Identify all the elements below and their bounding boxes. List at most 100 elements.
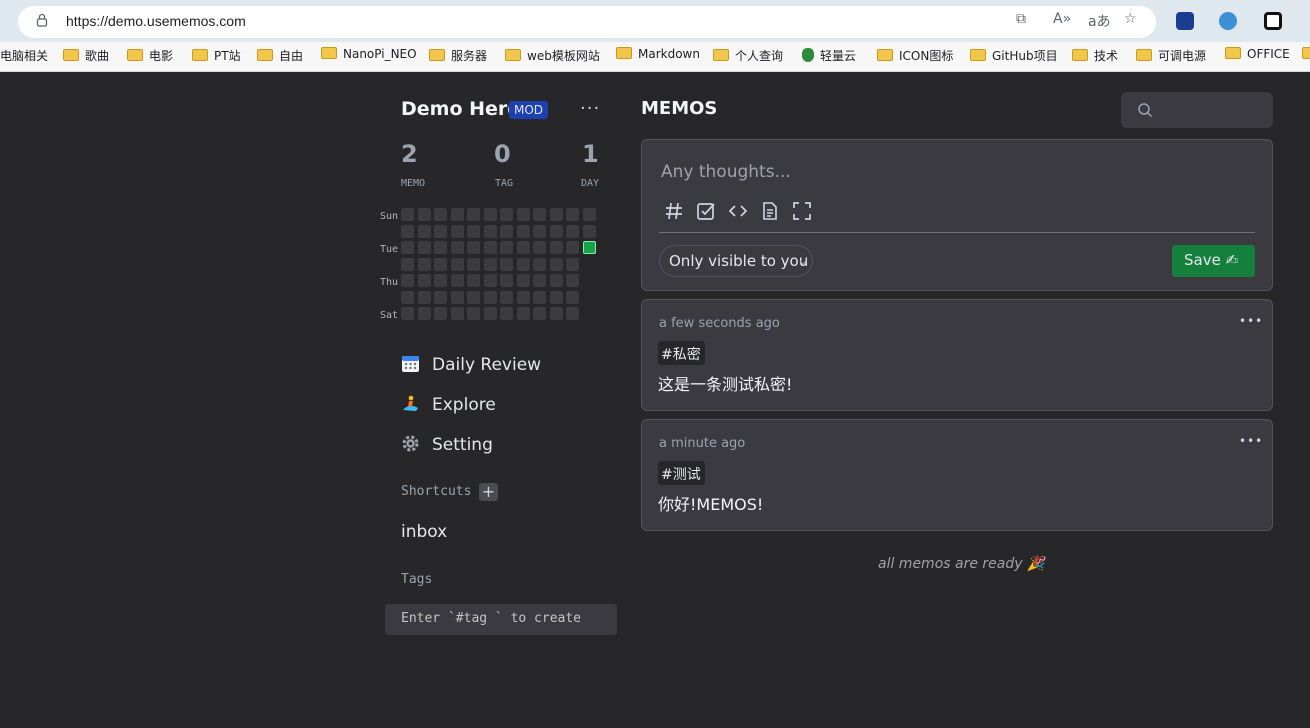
extension-square-icon[interactable] xyxy=(1264,12,1282,30)
heatmap-cell xyxy=(434,241,447,254)
bookmark[interactable]: 轻量云 xyxy=(802,47,856,67)
folder-icon xyxy=(257,49,273,61)
bookmark-folder[interactable]: 服务器 xyxy=(429,47,487,67)
role-badge: MOD xyxy=(509,101,548,119)
heatmap-cell xyxy=(549,307,563,320)
memo-card: a minute ago ••• #测试 你好!MEMOS! xyxy=(641,419,1273,531)
bookmark-folder[interactable]: PT站 xyxy=(192,47,241,67)
search-input[interactable] xyxy=(1121,92,1273,128)
heatmap-cell xyxy=(434,307,447,320)
bookmark-folder[interactable]: 个人查询 xyxy=(713,47,783,67)
gear-icon xyxy=(402,435,419,452)
read-aloud-icon[interactable]: A» xyxy=(1053,11,1071,27)
heatmap-cell xyxy=(467,307,480,320)
nav-explore[interactable]: Explore xyxy=(401,394,496,415)
user-menu-button[interactable]: ··· xyxy=(580,98,600,119)
folder-icon xyxy=(63,49,79,61)
heatmap-cell xyxy=(401,257,414,271)
search-icon xyxy=(1138,103,1153,118)
day-count-label: DAY xyxy=(581,178,600,189)
heatmap-cell xyxy=(516,307,530,320)
bookmark-folder[interactable]: 歌曲 xyxy=(63,47,109,67)
nav-daily-review[interactable]: Daily Review xyxy=(401,354,541,375)
translate-icon[interactable]: aあ xyxy=(1088,11,1111,31)
browser-address-bar: https://demo.usememos.com ⧉ A» aあ ☆ xyxy=(0,0,1310,42)
editor-input[interactable]: Any thoughts... xyxy=(661,162,791,182)
url-text[interactable]: https://demo.usememos.com xyxy=(66,13,246,29)
folder-icon xyxy=(616,47,632,59)
folder-icon xyxy=(429,49,445,61)
bookmark-folder[interactable] xyxy=(1302,47,1310,67)
heatmap-cell xyxy=(450,208,464,221)
memo-timestamp[interactable]: a few seconds ago xyxy=(659,316,780,331)
heatmap-cell xyxy=(549,257,563,271)
lock-icon xyxy=(36,13,48,27)
memo-editor: Any thoughts... Only visible to you Save… xyxy=(641,139,1273,291)
heatmap-cell xyxy=(483,208,497,221)
bookmark[interactable]: 电脑相关 xyxy=(0,47,48,67)
bookmark-folder[interactable]: OFFICE xyxy=(1225,47,1290,67)
bookmark-folder[interactable]: 技术 xyxy=(1072,47,1118,67)
heatmap-cell xyxy=(566,307,579,320)
heatmap-cell xyxy=(549,290,563,304)
shortcut-item[interactable]: inbox xyxy=(401,522,447,542)
folder-icon xyxy=(970,49,986,61)
hash-icon[interactable] xyxy=(664,201,684,221)
memo-tag[interactable]: #测试 xyxy=(658,461,705,485)
extension-color-icon[interactable] xyxy=(1219,12,1237,30)
heatmap-cell xyxy=(582,224,596,238)
heatmap-cell xyxy=(533,274,546,287)
heatmap-cell xyxy=(401,290,414,304)
bookmark-folder[interactable]: NanoPi_NEO xyxy=(321,47,417,67)
memo-timestamp[interactable]: a minute ago xyxy=(659,436,745,451)
bookmark-folder[interactable]: Markdown xyxy=(616,47,700,67)
memo-menu-button[interactable]: ••• xyxy=(1239,434,1263,448)
add-shortcut-button[interactable]: + xyxy=(479,483,498,501)
tag-count: 0 xyxy=(494,140,511,168)
nav-setting[interactable]: Setting xyxy=(401,434,493,455)
heatmap-cell xyxy=(533,241,546,254)
heatmap-cell xyxy=(467,257,480,271)
bookmark-folder[interactable]: 电影 xyxy=(127,47,173,67)
heatmap-cell xyxy=(516,224,530,238)
visibility-value: Only visible to you xyxy=(669,252,809,270)
bookmark-folder[interactable]: 可调电源 xyxy=(1136,47,1206,67)
heatmap-cell xyxy=(417,290,431,304)
shortcuts-title: Shortcuts xyxy=(401,484,472,499)
bookmark-folder[interactable]: web模板网站 xyxy=(505,47,600,67)
tag-hint: Enter `#tag ` to create xyxy=(385,604,617,635)
heatmap-cell xyxy=(500,257,513,271)
heatmap-cell xyxy=(582,208,596,221)
heatmap-cell xyxy=(566,208,579,221)
heatmap-cell xyxy=(417,241,431,254)
document-icon[interactable] xyxy=(760,201,780,221)
save-button[interactable]: Save ✍ xyxy=(1172,245,1255,277)
heatmap-cell xyxy=(549,274,563,287)
heatmap-cell xyxy=(516,241,530,254)
heatmap-cell-active xyxy=(582,241,596,254)
heatmap-cell xyxy=(566,290,579,304)
surfer-icon xyxy=(403,395,418,411)
bookmark-folder[interactable]: GitHub项目 xyxy=(970,47,1058,67)
username[interactable]: Demo Hero xyxy=(401,98,520,120)
bookmark-folder[interactable]: ICON图标 xyxy=(877,47,953,67)
heatmap-cell xyxy=(483,224,497,238)
memo-menu-button[interactable]: ••• xyxy=(1239,314,1263,328)
heatmap-cell xyxy=(566,274,579,287)
folder-icon xyxy=(192,49,208,61)
heatmap-cell xyxy=(500,208,513,221)
code-icon[interactable] xyxy=(728,201,748,221)
fullscreen-icon[interactable] xyxy=(792,201,812,221)
heatmap-cell xyxy=(516,208,530,221)
heatmap-cell xyxy=(483,307,497,320)
checkbox-icon[interactable] xyxy=(696,201,716,221)
extension-bitwarden-icon[interactable] xyxy=(1176,12,1194,30)
app-available-icon[interactable]: ⧉ xyxy=(1016,11,1026,27)
visibility-select[interactable]: Only visible to you xyxy=(659,245,813,277)
favorite-icon[interactable]: ☆ xyxy=(1124,11,1137,27)
heatmap-cell xyxy=(500,241,513,254)
heatmap-cell xyxy=(450,290,464,304)
memo-tag[interactable]: #私密 xyxy=(658,341,705,365)
heatmap-cell xyxy=(417,224,431,238)
bookmark-folder[interactable]: 自由 xyxy=(257,47,303,67)
